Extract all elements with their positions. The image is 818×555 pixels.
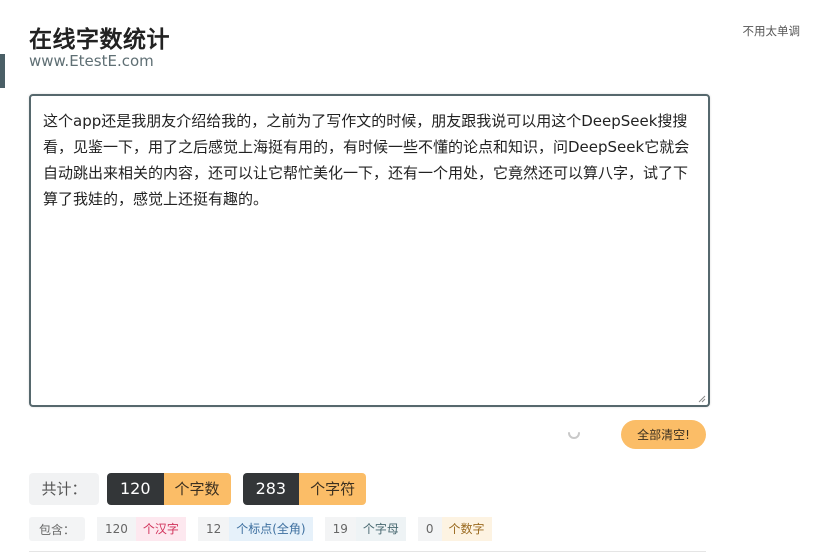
loading-spinner-icon — [568, 432, 580, 439]
char-count-unit: 个字数 — [163, 473, 231, 505]
top-right-link[interactable]: 不用太单调 — [743, 23, 801, 39]
symbol-count-unit: 个字符 — [299, 473, 367, 505]
digit-unit: 个数字 — [441, 517, 492, 541]
totals-bar: 共计： 120 个字数 283 个字符 — [29, 473, 367, 505]
hanzi-stat: 120 个汉字 — [97, 517, 186, 541]
char-count-value: 120 — [107, 473, 164, 505]
digit-count: 0 — [417, 517, 442, 541]
hanzi-unit: 个汉字 — [135, 517, 186, 541]
letter-unit: 个字母 — [355, 517, 406, 541]
left-accent-bar — [0, 54, 5, 88]
symbol-count-value: 283 — [242, 473, 300, 505]
totals-label: 共计： — [29, 473, 99, 505]
clear-all-button[interactable]: 全部清空! — [621, 420, 706, 449]
text-input[interactable]: 这个app还是我朋友介绍给我的，之前为了写作文的时候，朋友跟我说可以用这个Dee… — [31, 96, 708, 405]
resize-grip-icon[interactable] — [696, 393, 706, 403]
punct-unit: 个标点(全角) — [229, 517, 313, 541]
punct-stat: 12 个标点(全角) — [197, 517, 313, 541]
char-count-pill: 120 个字数 — [107, 473, 231, 505]
symbol-count-pill: 283 个字符 — [242, 473, 367, 505]
site-url: www.EtestE.com — [29, 52, 154, 70]
digit-stat: 0 个数字 — [417, 517, 492, 541]
bottom-divider — [29, 551, 706, 552]
punct-count: 12 — [197, 517, 230, 541]
details-label: 包含： — [29, 517, 86, 541]
letter-stat: 19 个字母 — [324, 517, 406, 541]
page-title: 在线字数统计 — [29, 27, 170, 53]
hanzi-count: 120 — [97, 517, 136, 541]
details-breakdown: 包含： 120 个汉字 12 个标点(全角) 19 个字母 0 个数字 — [29, 517, 504, 541]
letter-count: 19 — [324, 517, 356, 541]
text-editor-container: 这个app还是我朋友介绍给我的，之前为了写作文的时候，朋友跟我说可以用这个Dee… — [29, 94, 710, 407]
